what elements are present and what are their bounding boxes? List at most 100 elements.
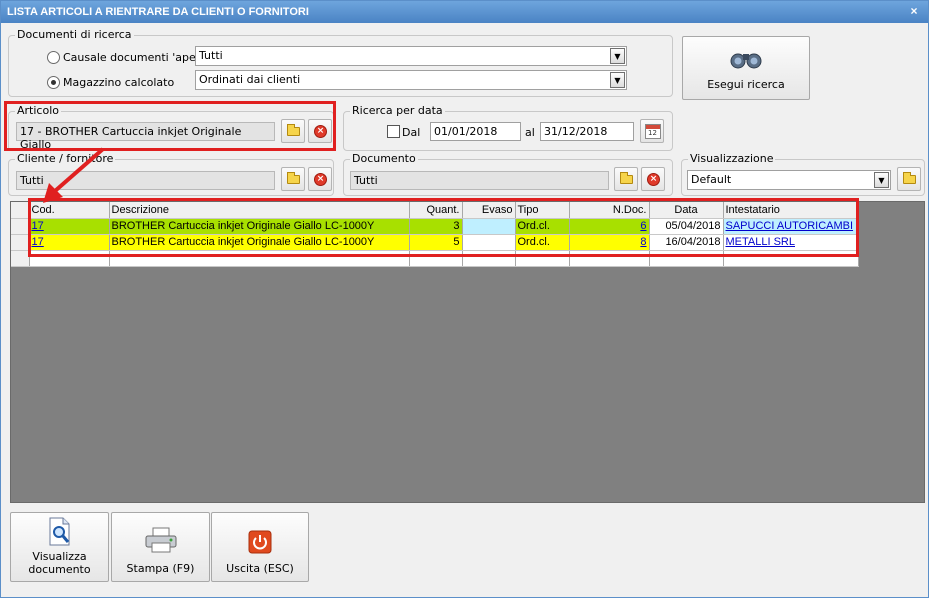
- binoculars-icon: [730, 53, 762, 69]
- window-title: LISTA ARTICOLI A RIENTRARE DA CLIENTI O …: [7, 6, 309, 18]
- visualizza-documento-button[interactable]: Visualizza documento: [10, 512, 109, 582]
- cell-cod[interactable]: 17: [29, 218, 110, 235]
- cell-empty[interactable]: [29, 250, 110, 267]
- magazzino-radio[interactable]: [47, 76, 60, 89]
- visualizzazione-select[interactable]: Default ▼: [687, 170, 891, 190]
- al-label: al: [525, 126, 535, 139]
- causale-label: Causale documenti 'aperti': [63, 51, 211, 64]
- cell-empty[interactable]: [515, 250, 570, 267]
- cell-empty[interactable]: [569, 250, 650, 267]
- power-icon: [248, 530, 272, 554]
- stampa-button[interactable]: Stampa (F9): [111, 512, 210, 582]
- header-descrizione[interactable]: Descrizione: [109, 202, 410, 219]
- row-indicator: [11, 250, 30, 267]
- magazzino-value: Ordinati dai clienti: [199, 73, 301, 86]
- folder-icon: [620, 172, 633, 184]
- visualizzazione-browse-button[interactable]: [897, 167, 921, 191]
- ndoc-link[interactable]: 6: [640, 220, 646, 232]
- calendar-button[interactable]: 12: [640, 119, 664, 143]
- cell-ndoc[interactable]: 6: [569, 218, 650, 235]
- esegui-label: Esegui ricerca: [707, 78, 785, 91]
- causale-radio[interactable]: [47, 51, 60, 64]
- table-row[interactable]: 17 BROTHER Cartuccia inkjet Originale Gi…: [11, 234, 859, 251]
- visualizzazione-legend: Visualizzazione: [688, 152, 776, 165]
- visualizzazione-value: Default: [691, 173, 732, 186]
- cell-empty[interactable]: [409, 250, 463, 267]
- results-grid: Cod. Descrizione Quant. Evaso Tipo N.Doc…: [10, 201, 925, 503]
- causale-value: Tutti: [199, 49, 223, 62]
- causale-select[interactable]: Tutti ▼: [195, 46, 627, 66]
- uscita-button[interactable]: Uscita (ESC): [211, 512, 309, 582]
- cell-descrizione: BROTHER Cartuccia inkjet Originale Giall…: [109, 234, 410, 251]
- chevron-down-icon[interactable]: ▼: [874, 172, 889, 188]
- cell-empty[interactable]: [723, 250, 859, 267]
- cell-cod[interactable]: 17: [29, 234, 110, 251]
- documento-browse-button[interactable]: [614, 167, 638, 191]
- cell-empty[interactable]: [462, 250, 516, 267]
- header-data[interactable]: Data: [649, 202, 724, 219]
- documenti-legend: Documenti di ricerca: [15, 28, 134, 41]
- table-header: Cod. Descrizione Quant. Evaso Tipo N.Doc…: [11, 202, 859, 219]
- articolo-browse-button[interactable]: [281, 119, 305, 143]
- folder-icon: [903, 172, 916, 184]
- row-indicator-header: [11, 202, 30, 219]
- cell-tipo: Ord.cl.: [515, 218, 570, 235]
- cell-intestatario[interactable]: METALLI SRL: [723, 234, 859, 251]
- header-intestatario[interactable]: Intestatario: [723, 202, 859, 219]
- chevron-down-icon[interactable]: ▼: [610, 48, 625, 64]
- ndoc-link[interactable]: 8: [640, 236, 646, 248]
- cell-intestatario[interactable]: SAPUCCI AUTORICAMBI: [723, 218, 859, 235]
- intestatario-link[interactable]: METALLI SRL: [726, 236, 796, 248]
- cell-ndoc[interactable]: 8: [569, 234, 650, 251]
- row-indicator: [11, 234, 30, 251]
- documento-clear-button[interactable]: ×: [641, 167, 665, 191]
- articolo-clear-button[interactable]: ×: [308, 119, 332, 143]
- documento-value: Tutti: [354, 174, 378, 187]
- calendar-icon: 12: [645, 124, 661, 139]
- dal-date-input[interactable]: 01/01/2018: [430, 122, 521, 141]
- magazzino-select[interactable]: Ordinati dai clienti ▼: [195, 70, 627, 90]
- chevron-down-icon[interactable]: ▼: [610, 72, 625, 88]
- cliente-clear-button[interactable]: ×: [308, 167, 332, 191]
- dal-date-value: 01/01/2018: [434, 125, 498, 138]
- al-date-input[interactable]: 31/12/2018: [540, 122, 634, 141]
- title-bar: LISTA ARTICOLI A RIENTRARE DA CLIENTI O …: [1, 1, 928, 23]
- document-search-icon: [49, 517, 69, 546]
- esegui-ricerca-button[interactable]: Esegui ricerca: [682, 36, 810, 100]
- header-quant[interactable]: Quant.: [409, 202, 463, 219]
- clear-icon: ×: [647, 173, 660, 186]
- header-ndoc[interactable]: N.Doc.: [569, 202, 650, 219]
- header-evaso[interactable]: Evaso: [462, 202, 516, 219]
- visualizza-label-2: documento: [28, 563, 91, 576]
- cell-descrizione: BROTHER Cartuccia inkjet Originale Giall…: [109, 218, 410, 235]
- al-date-value: 31/12/2018: [544, 125, 608, 138]
- cell-empty[interactable]: [109, 250, 410, 267]
- cod-link[interactable]: 17: [32, 236, 44, 248]
- clear-icon: ×: [314, 173, 327, 186]
- printer-icon: [145, 527, 176, 553]
- dal-checkbox[interactable]: [387, 125, 400, 138]
- folder-icon: [287, 124, 300, 136]
- articolo-field: 17 - BROTHER Cartuccia inkjet Originale …: [16, 122, 275, 151]
- cell-empty[interactable]: [649, 250, 724, 267]
- close-icon[interactable]: ×: [907, 4, 921, 18]
- visualizza-label-1: Visualizza: [32, 550, 87, 563]
- documento-legend: Documento: [350, 152, 418, 165]
- documento-field: Tutti: [350, 171, 609, 190]
- table-row-empty[interactable]: [11, 250, 859, 267]
- results-table: Cod. Descrizione Quant. Evaso Tipo N.Doc…: [11, 202, 859, 267]
- cell-tipo: Ord.cl.: [515, 234, 570, 251]
- header-tipo[interactable]: Tipo: [515, 202, 570, 219]
- cell-evaso[interactable]: [462, 234, 516, 251]
- cell-data: 05/04/2018: [649, 218, 724, 235]
- intestatario-link[interactable]: SAPUCCI AUTORICAMBI: [726, 220, 854, 232]
- stampa-label: Stampa (F9): [126, 562, 195, 575]
- clear-icon: ×: [314, 125, 327, 138]
- cell-evaso[interactable]: [462, 218, 516, 235]
- cliente-browse-button[interactable]: [281, 167, 305, 191]
- table-row[interactable]: 17 BROTHER Cartuccia inkjet Originale Gi…: [11, 218, 859, 235]
- cod-link[interactable]: 17: [32, 220, 44, 232]
- ricerca-data-legend: Ricerca per data: [350, 104, 445, 117]
- articolo-legend: Articolo: [15, 104, 61, 117]
- dal-label: Dal: [402, 126, 421, 139]
